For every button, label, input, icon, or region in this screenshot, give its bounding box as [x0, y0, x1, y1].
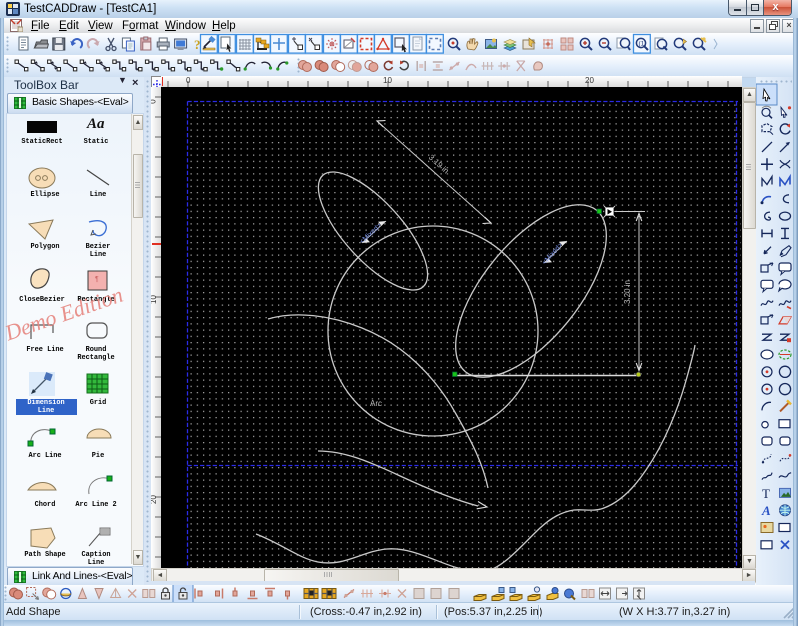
svg-text:(1): (1): [639, 41, 647, 48]
svg-text:?: ?: [194, 37, 201, 52]
svg-text:T: T: [762, 486, 770, 501]
svg-text:A: A: [761, 503, 771, 518]
svg-text:3.20 in: 3.20 in: [623, 280, 632, 304]
svg-text:¶: ¶: [95, 276, 99, 283]
svg-text:Arc: Arc: [370, 399, 382, 408]
